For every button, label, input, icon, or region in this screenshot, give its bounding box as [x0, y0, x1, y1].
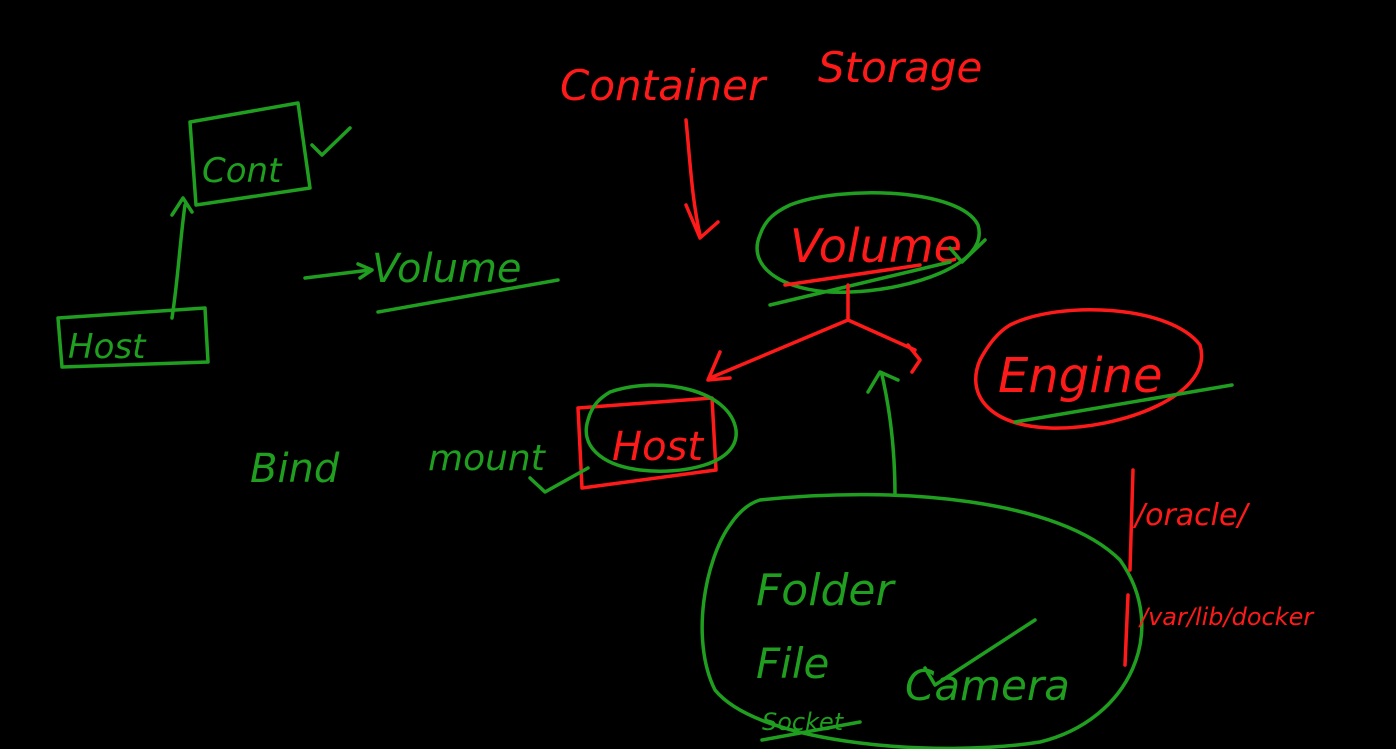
- folder-text: Folder: [756, 565, 896, 616]
- path-docker-text: /var/lib/docker: [1138, 603, 1315, 631]
- whiteboard-canvas: Container Storage Volume Engine Cont Hos…: [56, 43, 1315, 749]
- bind-text: Bind: [250, 446, 340, 492]
- camera-text: Camera: [905, 661, 1070, 710]
- arrow-folder-to-volume: [866, 370, 900, 497]
- cont-text: Cont: [202, 151, 283, 191]
- arrow-title-to-volume: [684, 118, 720, 240]
- host-center-text: Host: [612, 424, 704, 470]
- engine-text: Engine: [998, 348, 1163, 404]
- arrow-host-to-cont: [170, 196, 194, 320]
- title-container-text: Container: [560, 61, 768, 110]
- title-storage-text: Storage: [818, 43, 982, 92]
- volume-left-text: Volume: [372, 246, 522, 292]
- branch-left: [706, 318, 850, 382]
- arrow-to-volume-left: [303, 262, 374, 280]
- mount-text: mount: [428, 438, 547, 479]
- file-text: File: [756, 639, 829, 688]
- cont-tick-mark: [310, 126, 352, 157]
- branch-right: [846, 318, 922, 374]
- path-oracle-text: /oracle/: [1132, 498, 1250, 533]
- host-left-text: Host: [68, 327, 147, 367]
